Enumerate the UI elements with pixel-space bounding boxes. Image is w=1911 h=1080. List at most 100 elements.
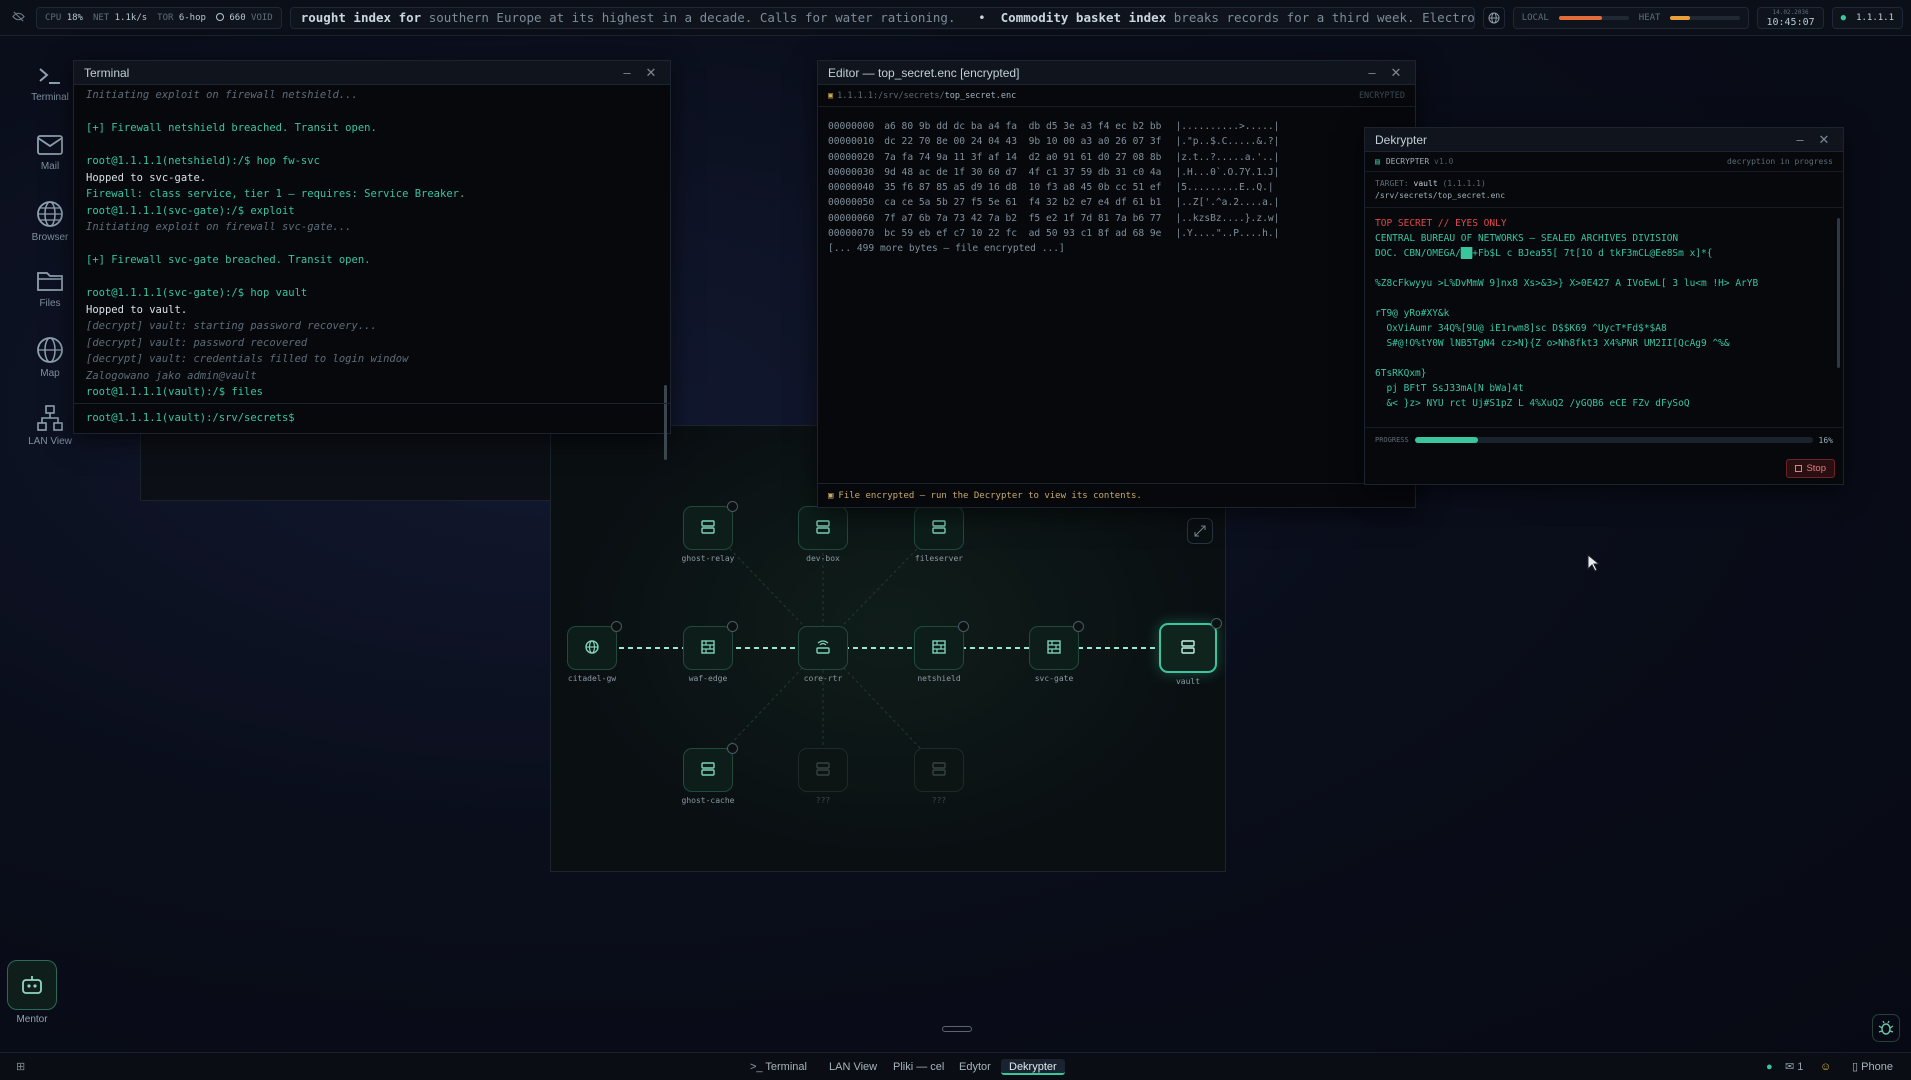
lan-node-fileserver[interactable]	[914, 506, 964, 550]
hex-bytes: 7a fa 74 9a 11 3f af 14 d2 a0 91 61 d0 2…	[884, 151, 1162, 163]
clock: 14.02.2036 10:45:07	[1757, 6, 1824, 29]
progress-row: PROGRESS 16%	[1375, 435, 1833, 445]
terminal-titlebar[interactable]: Terminal – ✕	[74, 61, 670, 85]
network-globe-icon[interactable]	[1482, 6, 1505, 29]
taskbar-item-terminal[interactable]: >_ Terminal	[750, 1059, 807, 1075]
hex-bytes: ca ce 5a 5b 27 f5 5e 61 f4 32 b2 e7 e4 d…	[884, 197, 1162, 209]
terminal-line: Initiating exploit on firewall netshield…	[86, 89, 358, 101]
local-meter	[1558, 15, 1629, 20]
hex-offset: 00000020	[828, 151, 875, 163]
lan-node-vault[interactable]	[1159, 623, 1217, 673]
news-ticker: rought index for southern Europe at its …	[289, 6, 1475, 29]
decrypter-scrollbar[interactable]	[1837, 218, 1840, 368]
editor-window[interactable]: Editor — top_secret.enc [encrypted] – ✕ …	[817, 60, 1416, 508]
hex-ascii: |."p..$.C.....&.?|	[1175, 136, 1280, 148]
lan-node-netshield[interactable]	[914, 626, 964, 670]
stop-icon	[1795, 465, 1803, 472]
close-icon[interactable]: ✕	[1815, 132, 1833, 148]
terminal-line: root@1.1.1.1(svc-gate):/$ hop vault	[86, 287, 308, 299]
lan-node-label: vault	[1175, 677, 1201, 686]
zoom-fit-button[interactable]	[1187, 518, 1213, 544]
hex-offset: 00000000	[828, 121, 875, 132]
emoji-icon[interactable]: ☺	[1820, 1059, 1831, 1075]
editor-path-bar: ▣ 1.1.1.1:/srv/secrets/top_secret.enc EN…	[818, 85, 1415, 107]
firewall-icon	[700, 639, 716, 658]
lan-node-label: waf-edge	[688, 674, 728, 683]
lan-node-ghost-cache[interactable]	[683, 748, 733, 792]
phone-button[interactable]: ▯ Phone	[1852, 1059, 1893, 1075]
folder-icon	[37, 272, 63, 291]
terminal-window[interactable]: Terminal – ✕ Initiating exploit on firew…	[73, 60, 671, 460]
terminal-line: [decrypt] vault: starting password recov…	[86, 320, 377, 332]
close-icon[interactable]: ✕	[1387, 65, 1405, 81]
decrypter-titlebar[interactable]: Dekrypter – ✕	[1365, 128, 1843, 152]
decrypted-line: rT9@ yRo#XY&k	[1375, 308, 1450, 319]
decrypted-line: S#@!O%tY0W lNB5TgN4 cz>N}{Z o>Nh8fkt3 X4…	[1375, 338, 1730, 349]
lock-icon	[1211, 618, 1222, 629]
robot-icon	[22, 976, 42, 994]
lan-node-unknown-2[interactable]	[914, 748, 964, 792]
hex-row: 00000020 7a fa 74 9a 11 3f af 14 d2 a0 91…	[828, 150, 1405, 165]
hex-dump: 00000000 a6 80 9b dd dc ba a4 fa db d5 3e…	[818, 107, 1415, 269]
router-icon	[815, 639, 831, 658]
eye-off-icon[interactable]	[8, 10, 28, 26]
lan-node-waf-edge[interactable]	[683, 626, 733, 670]
terminal-input[interactable]: root@1.1.1.1(vault):/srv/secrets$	[74, 403, 670, 433]
hex-ascii: |..kzsBz....}.z.w|	[1175, 212, 1280, 224]
decrypter-window[interactable]: Dekrypter – ✕ ▤ DECRYPTER v1.0 decryptio…	[1364, 127, 1844, 485]
editor-titlebar[interactable]: Editor — top_secret.enc [encrypted] – ✕	[818, 61, 1415, 85]
lan-node-unknown-1[interactable]	[798, 748, 848, 792]
minimize-icon[interactable]: –	[1791, 132, 1809, 147]
lock-icon	[611, 621, 622, 632]
phone-icon: ▯	[1852, 1061, 1859, 1073]
hex-offset: 00000050	[828, 197, 875, 209]
decrypter-target: TARGET: vault (1.1.1.1) /srv/secrets/top…	[1365, 172, 1843, 208]
lan-node-core-rtr[interactable]	[798, 626, 848, 670]
lan-node-label: ???	[931, 796, 947, 805]
terminal-line: Zalogowano jako admin@vault	[86, 369, 257, 382]
bug-report-button[interactable]	[1872, 1014, 1900, 1042]
decrypted-line: %Z8cFkwyyu >L%DvMmW 9]nx8 Xs>&3>} X>0E42…	[1375, 278, 1759, 289]
hex-bytes: a6 80 9b dd dc ba a4 fa db d5 3e a3 f4 e…	[884, 121, 1162, 132]
mail-notification[interactable]: ✉ 1	[1785, 1059, 1803, 1075]
hex-row: 00000060 7f a7 6b 7a 73 42 7a b2 f5 e2 1f…	[828, 211, 1405, 226]
app-grid-icon[interactable]: ⊞	[16, 1059, 25, 1075]
stop-button[interactable]: Stop	[1786, 459, 1835, 478]
window-title: Editor — top_secret.enc [encrypted]	[828, 65, 1020, 80]
server-icon	[1180, 639, 1196, 658]
minimize-icon[interactable]: –	[1363, 65, 1381, 80]
lan-node-ghost-relay[interactable]	[683, 506, 733, 550]
server-icon	[931, 761, 947, 780]
taskbar-item-files[interactable]: Pliki — cel	[893, 1059, 944, 1075]
terminal-line: [decrypt] vault: credentials filled to l…	[86, 353, 409, 365]
hex-ascii: |5.........E..Q.|	[1175, 182, 1274, 194]
terminal-line: [decrypt] vault: password recovered	[86, 336, 308, 349]
lan-node-citadel-gw[interactable]	[567, 626, 617, 670]
close-icon[interactable]: ✕	[642, 65, 660, 81]
ip-badge: ● 1.1.1.1	[1831, 6, 1903, 29]
lan-node-svc-gate[interactable]	[1029, 626, 1079, 670]
taskbar-item-lan-view[interactable]: LAN View	[829, 1059, 877, 1075]
lan-node-label: ghost-relay	[681, 554, 735, 563]
minimize-icon[interactable]: –	[618, 65, 636, 80]
terminal-line: [+] Firewall svc-gate breached. Transit …	[86, 254, 371, 266]
mentor-button[interactable]: Mentor	[5, 960, 59, 1025]
hex-ascii: |.H...0`.O.7Y.1.J|	[1175, 166, 1280, 178]
taskbar: ⊞ >_ Terminal LAN View Pliki — cel Edyto…	[0, 1052, 1911, 1080]
heat-meter	[1670, 15, 1741, 20]
decrypted-line	[1375, 351, 1833, 366]
hex-row: 00000040 35 f6 87 85 a5 d9 16 d8 10 f3 a8…	[828, 180, 1405, 195]
taskbar-item-editor[interactable]: Edytor	[959, 1059, 991, 1075]
hex-bytes: dc 22 70 8e 00 24 04 43 9b 10 00 a3 a0 2…	[884, 136, 1162, 148]
terminal-line: Firewall: class service, tier 1 — requir…	[86, 188, 466, 200]
dock-handle[interactable]	[942, 1026, 972, 1032]
taskbar-item-decrypter[interactable]: Dekrypter	[1001, 1059, 1065, 1075]
lan-node-label: svc-gate	[1034, 674, 1074, 683]
firewall-icon	[1046, 639, 1062, 658]
firewall-icon	[931, 639, 947, 658]
online-status-icon: ●	[1766, 1061, 1773, 1073]
terminal-icon: >_	[750, 1061, 763, 1073]
lan-node-dev-box[interactable]	[798, 506, 848, 550]
hex-offset: 00000030	[828, 166, 875, 178]
